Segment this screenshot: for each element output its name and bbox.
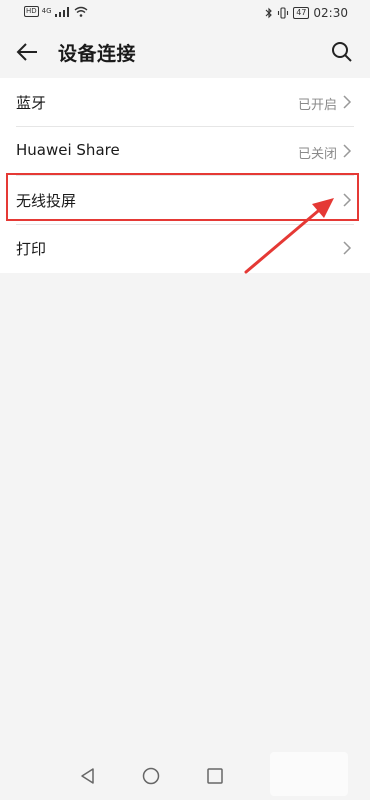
row-print[interactable]: 打印 — [0, 224, 370, 273]
square-recent-icon[interactable] — [205, 766, 225, 786]
clock: 02:30 — [313, 6, 348, 20]
chevron-right-icon — [343, 95, 352, 109]
app-header: 设备连接 — [0, 28, 370, 76]
row-label: Huawei Share — [16, 141, 120, 159]
network-type: 4G — [41, 7, 52, 15]
settings-list: 蓝牙 已开启 Huawei Share 已关闭 无线投屏 打印 — [0, 78, 370, 273]
bluetooth-icon — [265, 7, 272, 19]
vibrate-icon — [278, 7, 289, 19]
chevron-right-icon — [343, 241, 352, 255]
search-icon[interactable] — [330, 40, 354, 64]
circle-home-icon[interactable] — [141, 766, 161, 786]
page-title: 设备连接 — [58, 43, 137, 65]
row-bluetooth[interactable]: 蓝牙 已开启 — [0, 78, 370, 127]
status-bar: HD 4G 47 02:30 — [0, 0, 370, 26]
settings-screen: HD 4G 47 02:30 设备连接 蓝牙 已开启 Huawei Share … — [0, 0, 370, 800]
row-status: 已关闭 — [297, 147, 337, 162]
chevron-right-icon — [343, 144, 352, 158]
row-label: 无线投屏 — [16, 192, 77, 210]
back-arrow-icon[interactable] — [14, 39, 40, 65]
triangle-back-icon[interactable] — [78, 766, 98, 786]
signal-bars-icon — [54, 6, 69, 17]
status-right: 47 02:30 — [265, 6, 348, 20]
navigation-bar — [0, 752, 370, 800]
chevron-right-icon — [343, 193, 352, 207]
row-huawei-share[interactable]: Huawei Share 已关闭 — [0, 127, 370, 176]
wifi-icon — [74, 6, 87, 17]
hd-badge: HD — [24, 6, 39, 17]
row-status: 已开启 — [297, 98, 337, 113]
row-label: 蓝牙 — [16, 94, 47, 112]
row-wireless-projection[interactable]: 无线投屏 — [0, 176, 370, 225]
battery-indicator: 47 — [293, 7, 310, 19]
status-left: HD 4G — [24, 6, 88, 17]
row-label: 打印 — [16, 240, 47, 258]
